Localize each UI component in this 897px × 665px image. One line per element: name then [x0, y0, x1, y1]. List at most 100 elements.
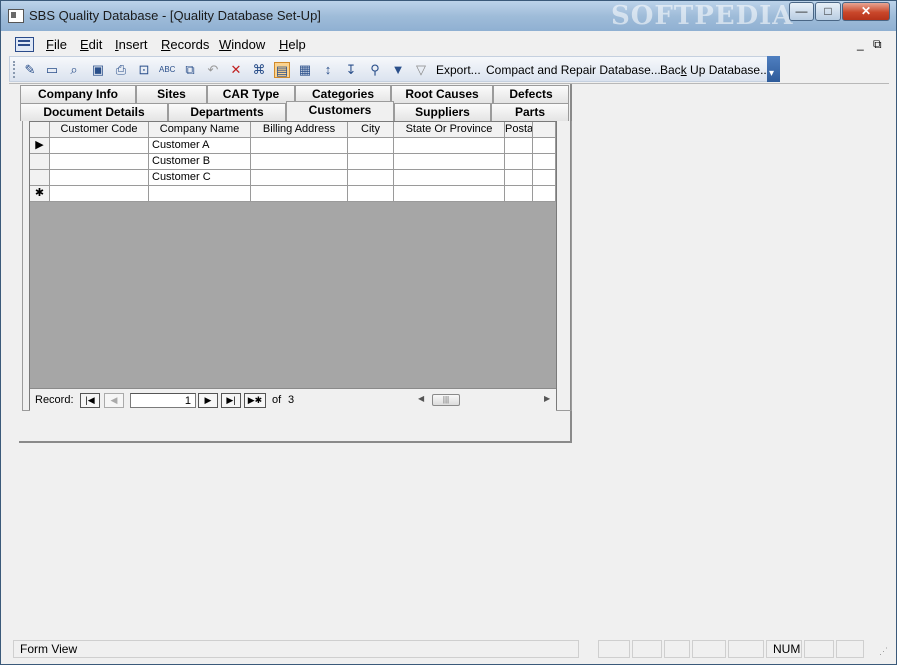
mdi-restore-button[interactable]: ⧉ [873, 37, 882, 52]
tab-company-info[interactable]: Company Info [20, 85, 136, 103]
table-cell[interactable] [348, 138, 394, 154]
scroll-left-arrow-icon[interactable]: ◀ [418, 394, 424, 403]
table-cell[interactable] [505, 154, 533, 170]
horizontal-scrollbar[interactable]: ◀ ||| ▶ [416, 393, 552, 408]
table-row[interactable]: Customer B [30, 154, 556, 170]
copy-icon[interactable]: ⧉ [182, 62, 198, 78]
maximize-button[interactable]: □ [815, 2, 841, 21]
table-cell[interactable] [533, 186, 556, 202]
column-header[interactable]: Posta [505, 122, 533, 138]
current-record-input[interactable]: 1 [130, 393, 196, 408]
menu-insert[interactable]: Insert [115, 37, 148, 52]
find-icon[interactable]: ⌘ [251, 62, 267, 78]
table-cell[interactable] [149, 186, 251, 202]
new-record-selector[interactable]: ✱ [30, 186, 50, 202]
export-button[interactable]: Export... [436, 63, 481, 77]
tab-car-type[interactable]: CAR Type [207, 85, 295, 103]
resize-grip-icon[interactable]: ⋰ [879, 646, 888, 657]
column-header[interactable]: State Or Province [394, 122, 505, 138]
menu-help[interactable]: Help [279, 37, 306, 52]
table-cell[interactable] [251, 138, 348, 154]
table-row[interactable]: Customer C [30, 170, 556, 186]
first-record-button[interactable]: |◀ [80, 393, 100, 408]
app-icon[interactable] [8, 9, 24, 23]
new-record-row[interactable]: ✱ [30, 186, 556, 202]
table-cell[interactable] [533, 154, 556, 170]
table-cell[interactable] [394, 154, 505, 170]
table-cell[interactable]: Customer C [149, 170, 251, 186]
record-selector[interactable] [30, 170, 50, 186]
tab-root-causes[interactable]: Root Causes [391, 85, 493, 103]
sort-ascending-icon[interactable]: ↕ [320, 62, 336, 78]
column-header[interactable]: City [348, 122, 394, 138]
new-record-button[interactable]: ▶✱ [244, 393, 266, 408]
menu-edit[interactable]: Edit [80, 37, 102, 52]
tab-departments[interactable]: Departments [168, 103, 286, 121]
form-view-icon[interactable]: ▤ [274, 62, 290, 78]
column-header[interactable]: Company Name [149, 122, 251, 138]
table-cell[interactable]: Customer A [149, 138, 251, 154]
undo-icon[interactable]: ↶ [205, 62, 221, 78]
select-all-corner[interactable] [30, 122, 50, 138]
table-row[interactable]: ▶ Customer A [30, 138, 556, 154]
tab-defects[interactable]: Defects [493, 85, 569, 103]
menu-window[interactable]: Window [219, 37, 265, 52]
table-cell[interactable] [348, 154, 394, 170]
column-header[interactable]: Billing Address [251, 122, 348, 138]
tab-customers[interactable]: Customers [286, 101, 394, 121]
scroll-thumb[interactable]: ||| [432, 394, 460, 406]
apply-filter-icon[interactable]: ▽ [413, 62, 429, 78]
previous-record-button[interactable]: ◀ [104, 393, 124, 408]
table-cell[interactable] [251, 170, 348, 186]
table-cell[interactable] [505, 186, 533, 202]
minimize-button[interactable]: — [789, 2, 814, 21]
table-cell[interactable] [50, 154, 149, 170]
next-record-button[interactable]: ▶ [198, 393, 218, 408]
save-icon[interactable]: ▣ [90, 62, 106, 78]
filter-by-form-icon[interactable]: ▼ [390, 62, 406, 78]
tab-parts[interactable]: Parts [491, 103, 569, 121]
table-cell[interactable] [251, 186, 348, 202]
spelling-icon[interactable]: ABC [159, 62, 175, 78]
delete-icon[interactable]: ✕ [228, 62, 244, 78]
design-view-icon[interactable]: ✎ [22, 62, 38, 78]
file-search-icon[interactable]: ⌕ [66, 62, 82, 78]
table-cell[interactable] [394, 138, 505, 154]
table-cell[interactable] [50, 138, 149, 154]
filter-by-selection-icon[interactable]: ⚲ [367, 62, 383, 78]
scroll-right-arrow-icon[interactable]: ▶ [544, 394, 550, 403]
table-cell[interactable] [505, 170, 533, 186]
table-cell[interactable] [50, 186, 149, 202]
title-bar[interactable]: SBS Quality Database - [Quality Database… [1, 1, 896, 31]
close-button[interactable]: ✕ [842, 2, 890, 21]
compact-repair-button[interactable]: Compact and Repair Database... [486, 63, 661, 77]
table-cell[interactable] [394, 170, 505, 186]
datasheet-view-icon[interactable]: ▦ [297, 62, 313, 78]
sort-descending-icon[interactable]: ↧ [343, 62, 359, 78]
menu-records[interactable]: Records [161, 37, 209, 52]
table-cell[interactable] [533, 170, 556, 186]
table-cell[interactable] [505, 138, 533, 154]
backup-database-button[interactable]: Back Up Database... [660, 63, 770, 77]
table-cell[interactable] [251, 154, 348, 170]
mdi-minimize-button[interactable]: _ [857, 37, 864, 51]
toolbar-grip[interactable] [13, 61, 18, 78]
table-cell[interactable] [348, 170, 394, 186]
record-selector[interactable]: ▶ [30, 138, 50, 154]
column-header[interactable] [533, 122, 556, 138]
table-cell[interactable]: Customer B [149, 154, 251, 170]
table-cell[interactable] [394, 186, 505, 202]
record-selector[interactable] [30, 154, 50, 170]
tab-suppliers[interactable]: Suppliers [394, 103, 491, 121]
print-icon[interactable]: ⎙ [113, 62, 129, 78]
last-record-button[interactable]: ▶| [221, 393, 241, 408]
toolbar-options-button[interactable] [767, 56, 780, 82]
menu-file[interactable]: File [46, 37, 67, 52]
tab-sites[interactable]: Sites [136, 85, 207, 103]
column-header[interactable]: Customer Code [50, 122, 149, 138]
table-cell[interactable] [50, 170, 149, 186]
print-preview-icon[interactable]: ⊡ [136, 62, 152, 78]
table-cell[interactable] [348, 186, 394, 202]
tab-document-details[interactable]: Document Details [20, 103, 168, 121]
table-cell[interactable] [533, 138, 556, 154]
